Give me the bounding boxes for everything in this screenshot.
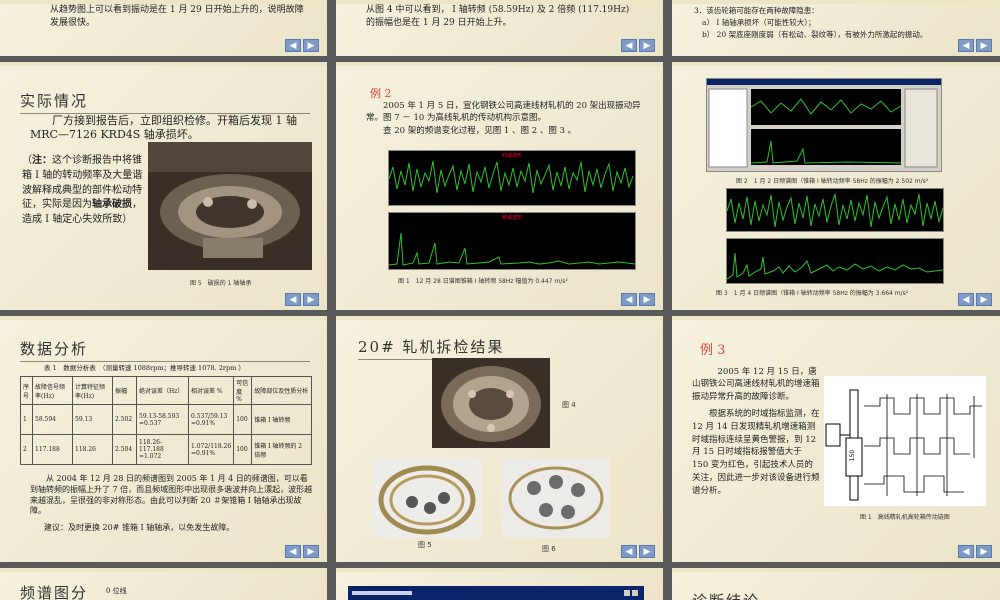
prev-slide-button[interactable]: ◀ [958, 293, 974, 306]
time-domain-waveform [388, 160, 634, 194]
bearing-housing-photo [432, 358, 550, 448]
slide-11[interactable] [336, 568, 663, 600]
next-slide-button[interactable]: ▶ [639, 39, 655, 52]
transmission-chain-diagram: 150 [824, 376, 986, 506]
slide-1-text: 从趋势图上可以看到振动是在 1 月 29 日开始上升的，说明故障发展很快。 [50, 5, 304, 29]
slide-3-line-1: 3．该齿轮箱可能存在两种故障隐患： [694, 6, 819, 15]
slide-12[interactable]: 诊断结论 [672, 568, 1000, 600]
slide-10[interactable]: 频谱图分析 0 位线 [0, 568, 327, 600]
fig3-caption: 图 3 1 月 4 日频谱图（锥箱 Ⅰ 轴转动频率 58Hz 的振幅为 3.66… [716, 290, 909, 297]
bearing-balls-photo [502, 458, 610, 538]
prev-slide-button[interactable]: ◀ [621, 39, 637, 52]
next-slide-button[interactable]: ▶ [303, 39, 319, 52]
slide-9-nav: ◀ ▶ [958, 545, 992, 558]
slide-2-text: 从图 4 中可以看到， Ⅰ 轴转频 (58.59Hz) 及 2 倍频 (117.… [366, 5, 630, 29]
fig5-caption: 图 5 破损的 1 轴轴承 [190, 280, 252, 287]
slide-9-para-1: 2005 年 12 月 15 日，唐山钢铁公司高速线材轧机的增速箱振动异常升高的… [692, 367, 820, 402]
bearing-cage-photo [372, 458, 482, 538]
slide-8-title: 20# 轧机拆检结果 [358, 336, 538, 360]
slide-8[interactable]: 20# 轧机拆检结果 图 4 图 5 图 6 ◀ ▶ [336, 316, 663, 562]
slide-3-line-2: a） Ⅰ 轴轴承损坏（可能性较大）； [702, 18, 816, 27]
slide-2-nav: ◀ ▶ [621, 39, 655, 52]
table-header-row: 序号 故障信号频率(Hz) 计算特征频率(Hz) 振幅 绝对误差（Hz） 相对误… [20, 376, 312, 405]
slide-1[interactable]: 从趋势图上可以看到振动是在 1 月 29 日开始上升的，说明故障发展很快。 ◀ … [0, 0, 327, 56]
zero-line-label: 0 位线 [106, 587, 127, 595]
fig6-label: 图 6 [542, 545, 556, 553]
slide-7-para-1: 从 2004 年 12 月 28 日的频谱图到 2005 年 1 月 4 日的频… [30, 474, 313, 516]
slide-6[interactable]: 图 2 1 月 2 日频谱图（锥箱 Ⅰ 轴转动频率 58Hz 的振幅为 2.50… [672, 62, 1000, 310]
frequency-domain-title: 频域波形 [501, 215, 522, 221]
slide-4[interactable]: 实际情况 厂方接到报告后，立即组织检修。开箱后发现 1 轴 MRC—7126 K… [0, 62, 327, 310]
slide-3[interactable]: 3．该齿轮箱可能存在两种故障隐患： a） Ⅰ 轴轴承损坏（可能性较大）； b） … [672, 0, 1000, 56]
slide-3-nav: ◀ ▶ [958, 39, 992, 52]
th-amplitude: 振幅 [112, 376, 137, 405]
next-slide-button[interactable]: ▶ [976, 293, 992, 306]
next-slide-button[interactable]: ▶ [303, 545, 319, 558]
frequency-domain-chart: 频域波形 [388, 212, 636, 270]
next-slide-button[interactable]: ▶ [976, 39, 992, 52]
slide-2[interactable]: 从图 4 中可以看到， Ⅰ 轴转频 (58.59Hz) 及 2 倍频 (117.… [336, 0, 663, 56]
prev-slide-button[interactable]: ◀ [958, 39, 974, 52]
time-domain-title: 时域波形 [501, 153, 522, 159]
prev-slide-button[interactable]: ◀ [621, 545, 637, 558]
fig2-caption: 图 2 1 月 2 日频谱图（锥箱 Ⅰ 轴转动频率 58Hz 的振幅为 2.50… [736, 178, 929, 185]
fig4-label: 图 4 [562, 401, 576, 409]
next-slide-button[interactable]: ▶ [639, 545, 655, 558]
table-caption: 表 1 数据分析表 （测量转速 1088rpm；推导转速 1078. 2rpm … [44, 364, 245, 372]
th-abs-error: 绝对误差（Hz） [136, 376, 189, 405]
th-confidence: 可信度 % [233, 376, 253, 405]
fig1-caption: 图 1 12 月 28 日谱图锥箱 I 轴转频 58Hz 幅值为 0.447 m… [398, 278, 568, 285]
th-fault-freq: 故障信号频率(Hz) [32, 376, 73, 405]
slide-5-nav: ◀ ▶ [621, 293, 655, 306]
slide-5-para-1: 2005 年 1 月 5 日，宣化钢铁公司高速线材轧机的 20 架出现振动异常。… [366, 101, 641, 124]
th-index: 序号 [20, 376, 33, 405]
slide-7-suggestion: 建议：及时更换 20# 锥箱 Ⅰ 轴轴承，以免发生故障。 [44, 523, 235, 532]
slide-6-nav: ◀ ▶ [958, 293, 992, 306]
slide-5-para-2: 查 20 架的频谱变化过程，见图 1 、图 2 、图 3 。 [383, 126, 577, 136]
table-row: 2 117.188 118.26 2.504 118.26-117.188 =1… [20, 434, 312, 465]
slide-5[interactable]: 例 2 2005 年 1 月 5 日，宣化钢铁公司高速线材轧机的 20 架出现振… [336, 62, 663, 310]
slide-3-line-3: b） 20 架底座刚度弱（有松动、裂纹等），有被外力所激起的振动。 [702, 30, 928, 39]
prev-slide-button[interactable]: ◀ [621, 293, 637, 306]
frequency-spectrum [388, 232, 636, 266]
slide-1-nav: ◀ ▶ [285, 39, 319, 52]
next-slide-button[interactable]: ▶ [303, 293, 319, 306]
fig5-label: 图 5 [418, 541, 432, 549]
slide-7-nav: ◀ ▶ [285, 545, 319, 558]
slide-7[interactable]: 数据分析 表 1 数据分析表 （测量转速 1088rpm；推导转速 1078. … [0, 316, 327, 562]
th-rel-error: 相对误差 % [187, 376, 235, 405]
jan4-spectrum-chart [726, 238, 944, 284]
prev-slide-button[interactable]: ◀ [285, 39, 301, 52]
th-calc-freq: 计算特征频率(Hz) [72, 376, 113, 405]
th-analysis: 故障部位及性质分析 [251, 376, 312, 405]
next-slide-button[interactable]: ▶ [639, 293, 655, 306]
slide-9[interactable]: 例 3 2005 年 12 月 15 日，唐山钢铁公司高速线材轧机的增速箱振动异… [672, 316, 1000, 562]
slide-8-nav: ◀ ▶ [621, 545, 655, 558]
software-window-screenshot [706, 78, 942, 172]
prev-slide-button[interactable]: ◀ [958, 545, 974, 558]
slide-4-title: 实际情况 [20, 90, 310, 114]
slide-9-para-2: 根据系统的时域指标监测，在 12 月 14 日发现精轧机增速箱测时域指标连续呈黄… [692, 409, 820, 496]
slide-7-title: 数据分析 [20, 338, 310, 362]
fig1-caption-ex3: 图 1 高线精轧机高轮箱传动链图 [860, 514, 950, 521]
box-150-label: 150 [849, 449, 857, 462]
example-3-label: 例 3 [700, 343, 726, 358]
slide-4-nav: ◀ ▶ [285, 293, 319, 306]
broken-bearing-photo [148, 142, 312, 270]
software-window-thumbnail [348, 586, 644, 600]
slide-12-title: 诊断结论 [692, 590, 992, 600]
table-row: 1 58.594 59.13 2.502 59.13-58.593 =0.537… [20, 404, 312, 435]
slide-4-para-1: 厂方接到报告后，立即组织检修。开箱后发现 1 轴 MRC—7126 KRD4S … [30, 114, 297, 142]
prev-slide-button[interactable]: ◀ [285, 545, 301, 558]
slide-10-title: 频谱图分析 [20, 582, 96, 600]
next-slide-button[interactable]: ▶ [976, 545, 992, 558]
data-analysis-table: 序号 故障信号频率(Hz) 计算特征频率(Hz) 振幅 绝对误差（Hz） 相对误… [20, 376, 312, 465]
prev-slide-button[interactable]: ◀ [285, 293, 301, 306]
time-domain-chart: 时域波形 [388, 150, 636, 206]
jan4-time-chart [726, 188, 944, 232]
slide-4-note: （注：这个诊断报告中将锥箱 Ⅰ 轴的转动频率及大量谐波解释成典型的部件松动特征，… [22, 155, 143, 226]
